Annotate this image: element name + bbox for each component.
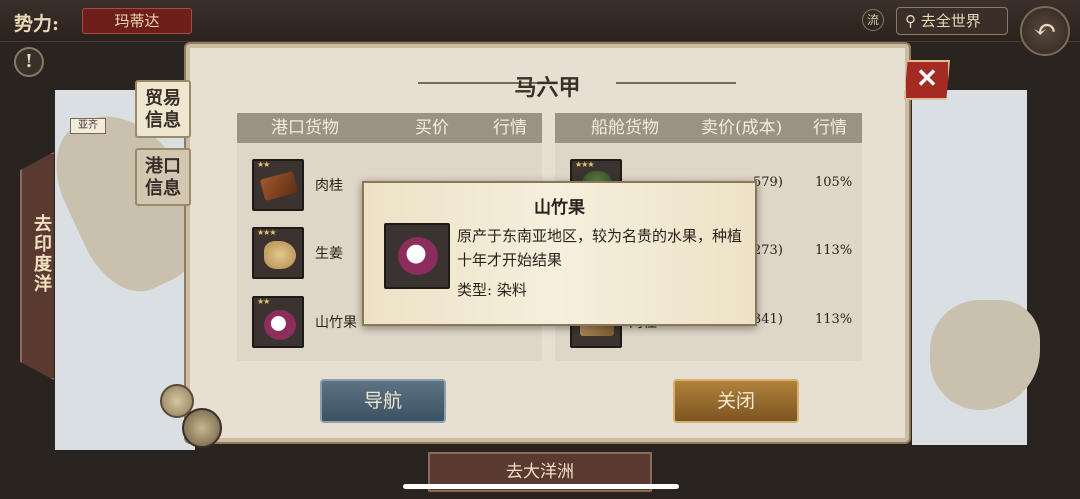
goods-name: 山竹果 [315,315,357,331]
compass-icon[interactable] [160,384,226,450]
tooltip-description: 原产于东南亚地区，较为名贵的水果，种植十年才开始结果 [457,227,743,269]
search-icon: ⚲ [905,12,921,30]
header-sell-price: 卖价(成本) [701,118,783,138]
trend: 113% [815,312,853,327]
navigate-button[interactable]: 导航 [320,379,446,423]
cinnamon-icon: ★★ [252,159,304,211]
tab-port-line2: 信息 [145,178,181,199]
goods-tooltip: 山竹果 原产于东南亚地区，较为名贵的水果，种植十年才开始结果 类型: 染料 [362,181,757,326]
close-button[interactable]: 关闭 [673,379,799,423]
top-bar: 势力: 玛蒂达 流 ⚲ 去全世界 [0,0,1080,42]
tab-trade-line1: 贸易 [145,88,181,109]
sell-price: 341) [753,312,783,327]
close-icon[interactable]: ✕ [904,60,950,100]
goods-name: 生姜 [315,246,343,262]
goods-name: 肉桂 [315,178,343,194]
tooltip-type: 类型: 染料 [457,281,527,299]
mangosteen-icon [384,223,450,289]
tab-trade-line2: 信息 [145,110,181,131]
faction-value[interactable]: 玛蒂达 [82,8,192,34]
mangosteen-icon: ★★ [252,296,304,348]
go-indian-ocean-label: 去印度洋 [31,214,52,294]
ship-goods-header: 船舱货物 卖价(成本) 行情 [555,113,862,143]
faction-label: 势力: [14,13,60,35]
header-ship-goods: 船舱货物 [591,118,659,138]
tab-port-line1: 港口 [145,156,181,177]
alert-icon[interactable]: ! [14,47,44,77]
go-world-button[interactable]: ⚲ 去全世界 [896,7,1008,35]
tab-trade-info[interactable]: 贸易 信息 [135,80,191,138]
dialog-title: 马六甲 [514,75,581,101]
port-goods-header: 港口货物 买价 行情 [237,113,542,143]
flow-button[interactable]: 流 [862,9,884,31]
sell-price: 579) [753,175,783,190]
header-buy-price: 买价 [415,118,449,138]
tooltip-title: 山竹果 [534,198,585,218]
header-trend: 行情 [493,118,527,138]
ginger-icon: ★★★ [252,227,304,279]
port-tag[interactable]: 亚齐 [70,118,106,134]
go-world-label: 去全世界 [920,12,981,30]
trend: 113% [815,243,853,258]
tab-port-info[interactable]: 港口 信息 [135,148,191,206]
home-indicator[interactable] [403,484,679,489]
header-port-goods: 港口货物 [271,118,339,138]
header-trend: 行情 [813,118,847,138]
trend: 105% [815,175,853,190]
sell-price: 273) [753,243,783,258]
go-indian-ocean-banner[interactable]: 去印度洋 [20,152,54,380]
back-arrow-icon[interactable]: ↶ [1020,6,1070,56]
